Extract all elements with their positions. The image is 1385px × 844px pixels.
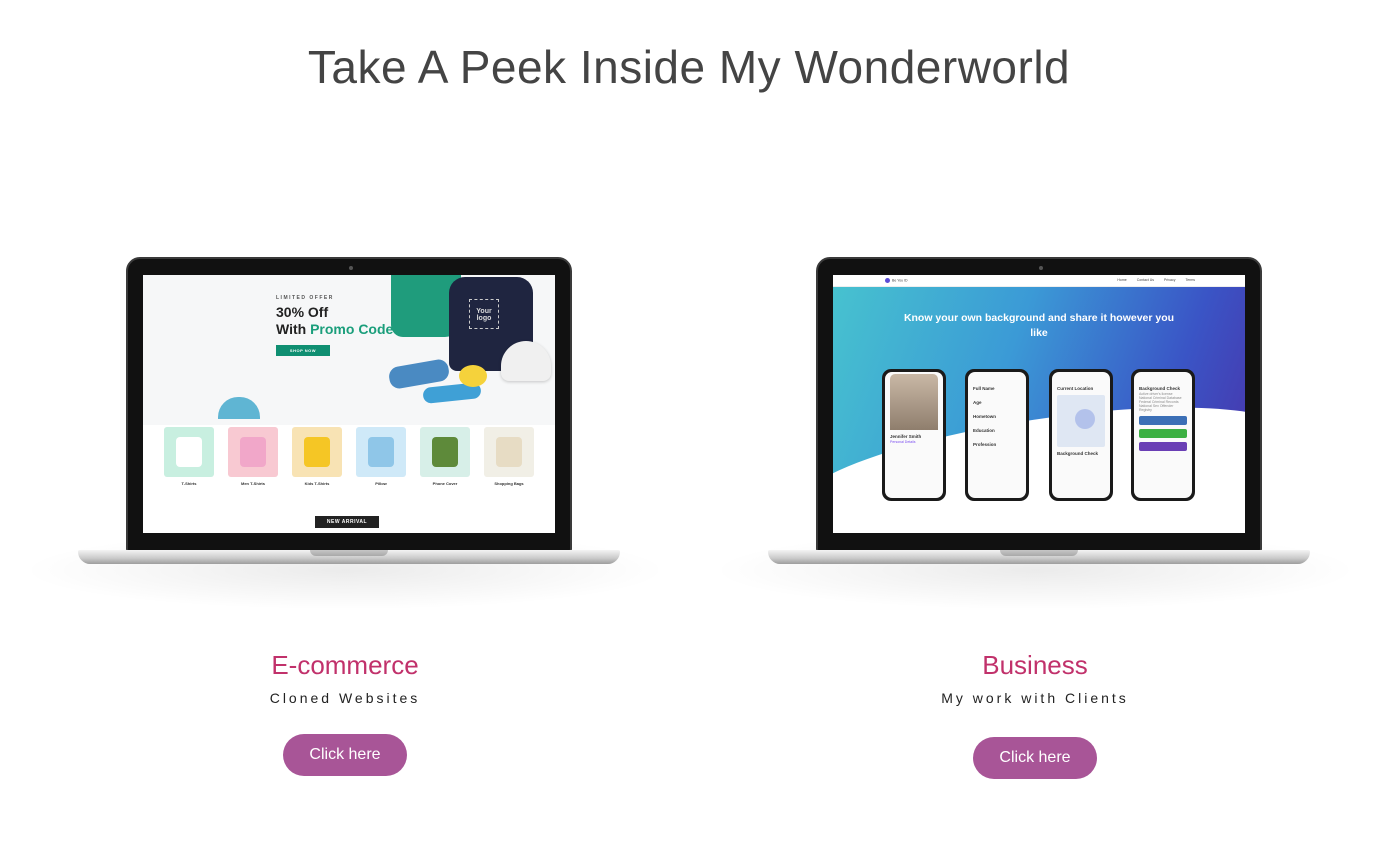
cap-image [501, 341, 551, 381]
cloud-graphic [218, 397, 260, 419]
linkedin-icon [1139, 416, 1187, 425]
phone-mockup: Jennifer Smith Personal Details [882, 369, 946, 501]
ecommerce-hero-banner: LIMITED OFFER 30% Off With Promo Code SH… [143, 275, 555, 425]
page-title: Take A Peek Inside My Wonderworld [307, 41, 1071, 93]
new-arrival-label: NEW ARRIVAL [315, 516, 379, 528]
phone-mockup: Background Check Active driver's license… [1131, 369, 1195, 501]
laptop-mockup: Be You ID Home Contact Us Privacy Terms … [710, 230, 1360, 610]
shirt-logo-placeholder: Your logo [469, 299, 499, 329]
project-subtitle: My work with Clients [941, 690, 1129, 706]
business-hero: Know your own background and share it ho… [833, 287, 1245, 533]
ecommerce-preview-screen[interactable]: LIMITED OFFER 30% Off With Promo Code SH… [143, 275, 555, 533]
category-list: T-Shirts Men T-Shirts Kids T-Shirts Pill… [163, 427, 535, 486]
project-title: Business [982, 650, 1088, 680]
offer-headline: 30% Off With Promo Code [276, 304, 394, 337]
project-ecommerce: LIMITED OFFER 30% Off With Promo Code SH… [20, 230, 670, 776]
video-thumbnail [890, 374, 938, 430]
category-item: Men T-Shirts [227, 427, 279, 486]
project-subtitle: Cloned Websites [269, 690, 421, 706]
business-headline: Know your own background and share it ho… [903, 312, 1175, 339]
sticker-image [459, 365, 487, 387]
map-thumbnail [1057, 395, 1105, 447]
camera-dot [1039, 266, 1043, 270]
laptop-mockup: LIMITED OFFER 30% Off With Promo Code SH… [20, 230, 670, 610]
preview-brand: Be You ID [885, 278, 908, 283]
phone-mockup: Current Location Background Check [1049, 369, 1113, 501]
phone-mockup: Full Name​ Age​ Hometown​ Education​ Pro… [965, 369, 1029, 501]
ecommerce-click-here-button[interactable]: Click here [283, 734, 407, 776]
project-business: Be You ID Home Contact Us Privacy Terms … [710, 230, 1360, 779]
business-preview-screen[interactable]: Be You ID Home Contact Us Privacy Terms … [833, 275, 1245, 533]
camera-dot [349, 266, 353, 270]
project-title: E-commerce [271, 650, 419, 680]
category-item: T-Shirts [163, 427, 215, 486]
business-click-here-button[interactable]: Click here [973, 737, 1097, 779]
shop-now-button: SHOP NOW [276, 345, 330, 356]
category-item: Kids T-Shirts [291, 427, 343, 486]
preview-navbar: Be You ID Home Contact Us Privacy Terms [833, 275, 1245, 287]
mail-icon [1139, 442, 1187, 451]
category-item: Pillow [355, 427, 407, 486]
brand-logo-icon [885, 278, 890, 283]
limited-offer-label: LIMITED OFFER [276, 295, 334, 301]
preview-nav-links: Home Contact Us Privacy Terms [1117, 278, 1195, 282]
phone-icon [1139, 429, 1187, 438]
category-item: Shopping Bags [483, 427, 535, 486]
category-item: Phone Cover [419, 427, 471, 486]
